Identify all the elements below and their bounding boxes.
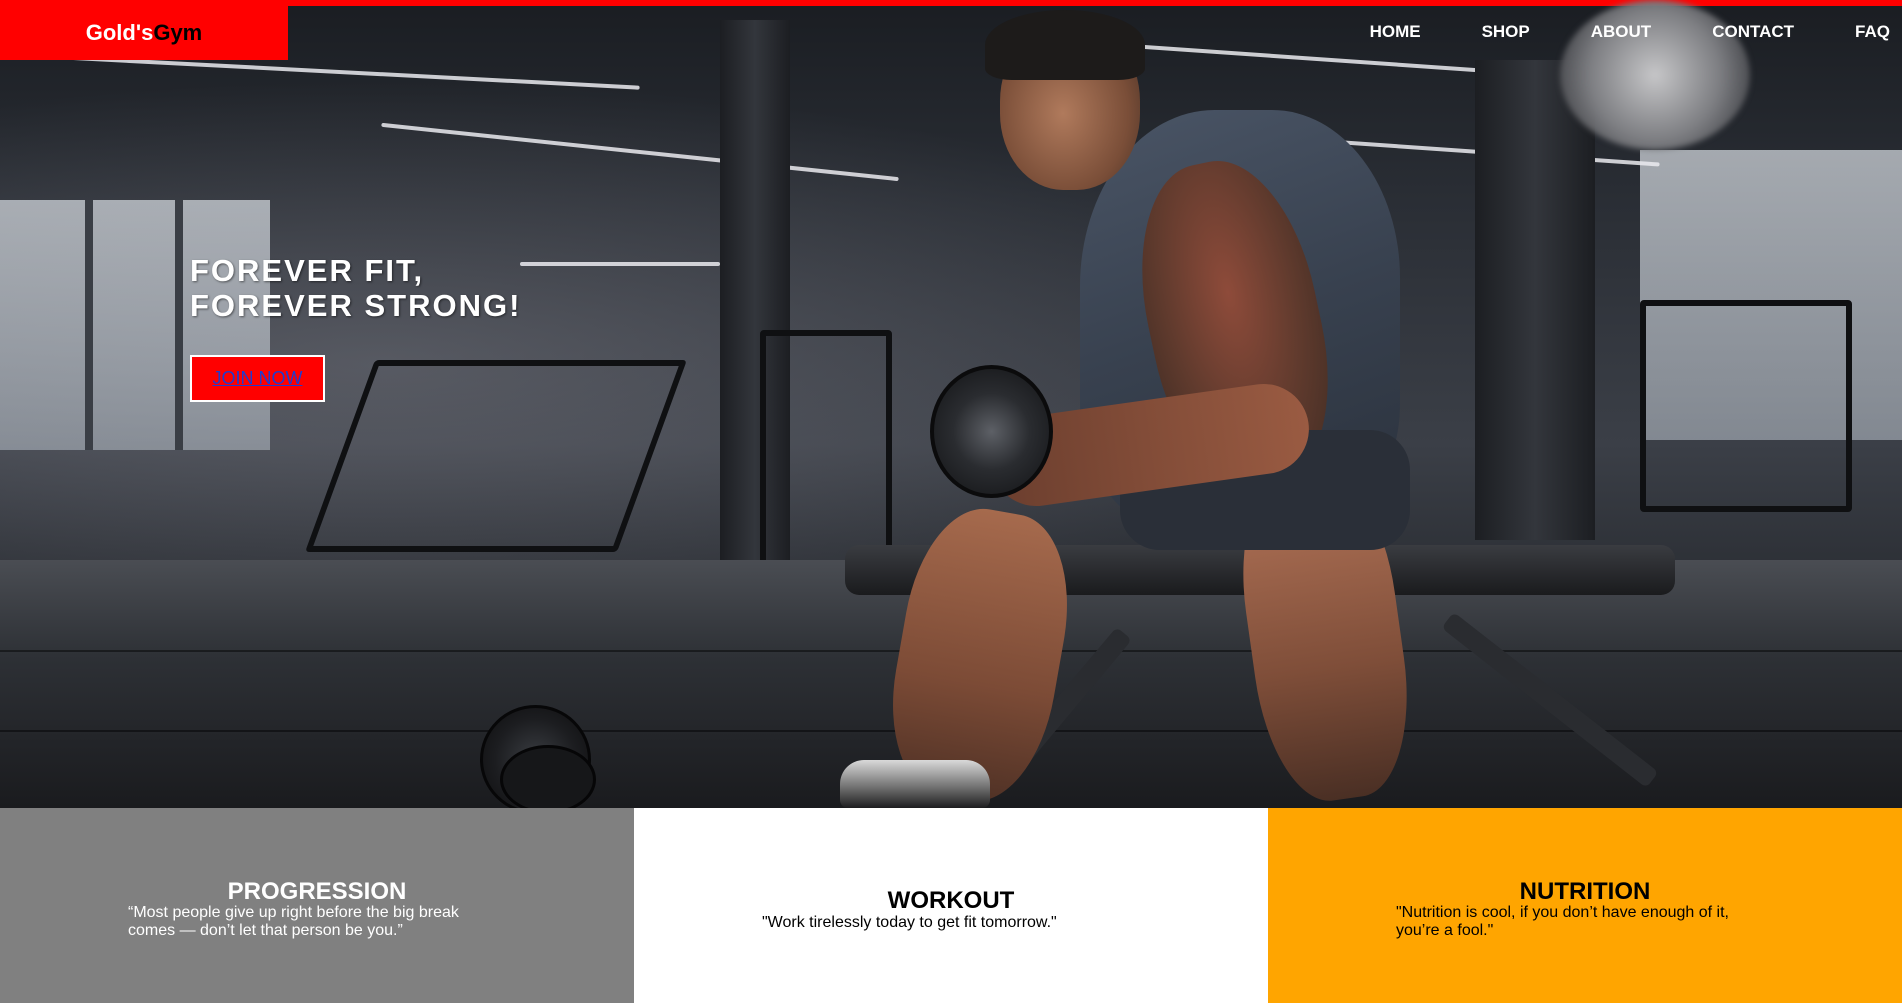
- nav-home[interactable]: HOME: [1370, 22, 1421, 42]
- logo[interactable]: Gold's Gym: [0, 6, 288, 60]
- hero-headline-line-1: FOREVER FIT,: [190, 253, 425, 288]
- feature-quote-line: you’re a fool.": [1396, 922, 1494, 939]
- nav-faq[interactable]: FAQ: [1855, 22, 1890, 42]
- main-nav: HOME SHOP ABOUT CONTACT FAQ: [1309, 22, 1890, 42]
- pillar: [1475, 60, 1595, 540]
- hero-headline-line-2: FOREVER STRONG!: [190, 288, 522, 323]
- nav-contact[interactable]: CONTACT: [1712, 22, 1794, 42]
- athlete-hair: [985, 10, 1145, 80]
- window-frame: [175, 200, 183, 450]
- feature-panel-nutrition: NUTRITION "Nutrition is cool, if you don…: [1268, 808, 1902, 1003]
- feature-quote-line: “Most people give up right before the bi…: [128, 904, 459, 921]
- window-frame: [85, 200, 93, 450]
- gym-machine: [1640, 300, 1852, 512]
- join-now-button[interactable]: JOIN NOW: [190, 355, 325, 402]
- feature-quote: "Work tirelessly today to get fit tomorr…: [762, 914, 1057, 932]
- dumbbell: [930, 365, 1053, 498]
- gym-window: [0, 200, 270, 450]
- feature-quote-line: "Work tirelessly today to get fit tomorr…: [762, 914, 1057, 931]
- ceiling-light: [520, 262, 720, 266]
- gym-machine: [305, 360, 687, 552]
- nav-shop[interactable]: SHOP: [1482, 22, 1530, 42]
- feature-panels: PROGRESSION “Most people give up right b…: [0, 808, 1902, 1003]
- floor-dumbbell: [500, 745, 596, 808]
- logo-text-golds: Gold's: [85, 20, 154, 45]
- gym-machine: [760, 330, 892, 572]
- feature-quote: "Nutrition is cool, if you don’t have en…: [1396, 904, 1729, 940]
- nav-about[interactable]: ABOUT: [1591, 22, 1651, 42]
- feature-title: NUTRITION: [1519, 878, 1651, 905]
- feature-title: WORKOUT: [887, 887, 1015, 914]
- logo-text-gym: Gym: [153, 20, 203, 45]
- athlete-shoe: [840, 760, 990, 808]
- feature-quote: “Most people give up right before the bi…: [128, 904, 459, 940]
- feature-panel-workout: WORKOUT "Work tirelessly today to get fi…: [634, 808, 1268, 1003]
- feature-panel-progression: PROGRESSION “Most people give up right b…: [0, 808, 634, 1003]
- feature-quote-line: "Nutrition is cool, if you don’t have en…: [1396, 904, 1729, 921]
- ceiling-light: [381, 122, 899, 182]
- hero-headline: FOREVER FIT, FOREVER STRONG!: [190, 253, 521, 323]
- feature-quote-line: comes — don’t let that person be you.”: [128, 922, 403, 939]
- feature-title: PROGRESSION: [227, 878, 407, 905]
- hero-section: Gold's Gym HOME SHOP ABOUT CONTACT FAQ FO…: [0, 0, 1902, 808]
- page: Gold's Gym HOME SHOP ABOUT CONTACT FAQ FO…: [0, 0, 1902, 1003]
